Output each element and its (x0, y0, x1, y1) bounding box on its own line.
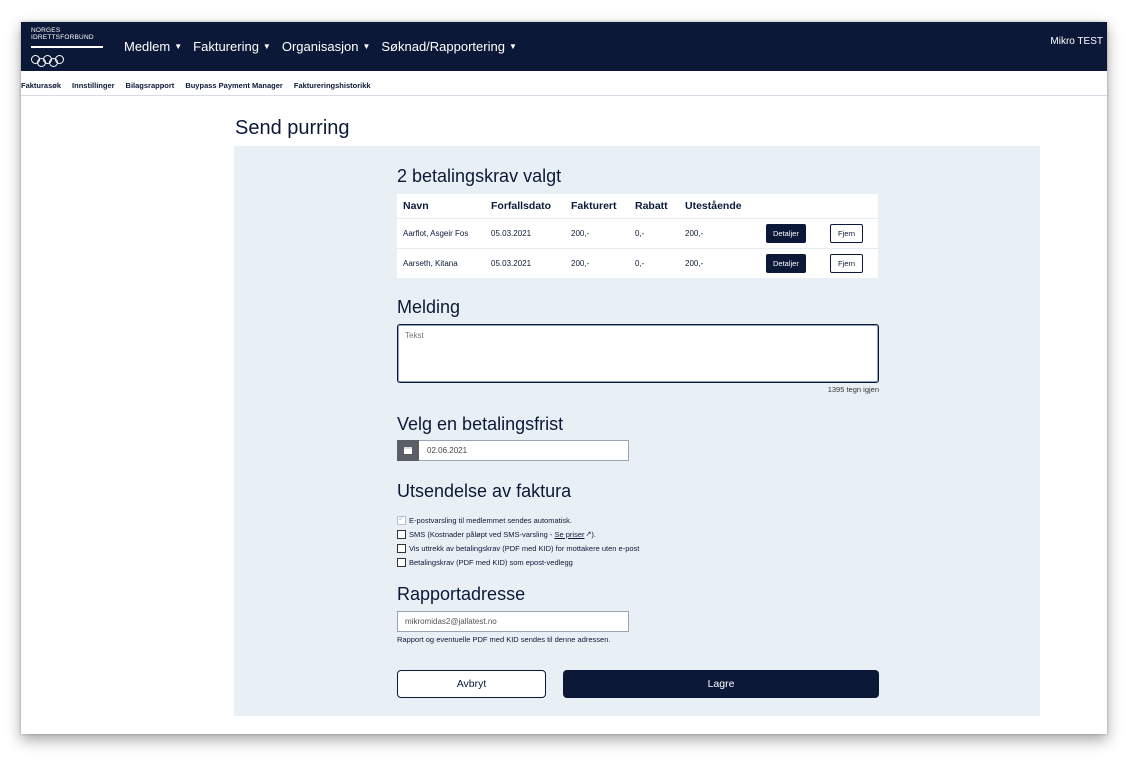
col-forfallsdato: Forfallsdato (491, 200, 552, 212)
option-show-pdf: Vis uttrekk av betalingskrav (PDF med KI… (397, 541, 639, 555)
cell-forfall: 05.03.2021 (491, 229, 532, 238)
cell-fakturert: 200,- (571, 229, 590, 238)
menu-organisasjon[interactable]: Organisasjon ▼ (282, 39, 371, 54)
subnav-fakturasok[interactable]: Fakturasøk (21, 81, 61, 90)
cell-navn: Aarflot, Asgeir Fos (403, 229, 469, 238)
cell-rabatt: 0,- (635, 229, 645, 238)
form-panel: 2 betalingskrav valgt Navn Forfallsdato … (234, 146, 1040, 716)
logo-bar (31, 46, 103, 48)
deadline-date-input[interactable] (419, 446, 619, 455)
remove-button[interactable]: Fjern (830, 224, 864, 243)
table-header: Navn Forfallsdato Fakturert Rabatt Utest… (397, 194, 878, 218)
see-prices-link[interactable]: Se priser (554, 530, 584, 539)
col-utestaende: Utestående (685, 200, 742, 212)
cell-rabatt: 0,- (635, 259, 645, 268)
message-title: Melding (397, 297, 461, 317)
cell-navn: Aarseth, Kitana (403, 259, 458, 268)
checkbox-show-pdf[interactable] (397, 543, 406, 553)
option-email-notify: E-postvarsling til medlemmet sendes auto… (397, 513, 639, 527)
char-counter: 1395 tegn igjen (827, 385, 879, 394)
calendar-icon[interactable] (397, 439, 419, 461)
divider (21, 95, 1107, 96)
chevron-down-icon: ▼ (362, 42, 371, 51)
dispatch-options: E-postvarsling til medlemmet sendes auto… (397, 513, 639, 569)
cell-forfall: 05.03.2021 (491, 259, 532, 268)
selected-title: 2 betalingskrav valgt (397, 166, 562, 186)
report-email-input[interactable] (397, 611, 629, 632)
chevron-down-icon: ▼ (174, 42, 183, 51)
checkbox-email[interactable] (397, 514, 406, 525)
dispatch-title: Utsendelse av faktura (397, 481, 572, 501)
details-button[interactable]: Detaljer (766, 254, 806, 273)
nif-logo[interactable]: NORGES IDRETTSFORBUND (31, 27, 105, 67)
deadline-title: Velg en betalingsfrist (397, 414, 564, 434)
subnav-buypass[interactable]: Buypass Payment Manager (185, 81, 283, 90)
cancel-button[interactable]: Avbryt (397, 670, 546, 698)
page-title: Send purring (235, 117, 350, 139)
col-rabatt: Rabatt (635, 200, 668, 212)
logo-line-2: IDRETTSFORBUND (31, 34, 94, 41)
olympic-rings-icon (31, 51, 64, 69)
col-navn: Navn (403, 200, 429, 212)
table-row: Aarseth, Kitana 05.03.2021 200,- 0,- 200… (397, 248, 878, 278)
app-window: NORGES IDRETTSFORBUND Medlem ▼ Fakturerin… (21, 22, 1107, 734)
subnav-innstillinger[interactable]: Innstillinger (72, 81, 115, 90)
details-button[interactable]: Detaljer (766, 224, 806, 243)
menu-medlem[interactable]: Medlem ▼ (124, 39, 182, 54)
claims-table: Navn Forfallsdato Fakturert Rabatt Utest… (397, 194, 878, 278)
chevron-down-icon: ▼ (262, 42, 271, 51)
subnav-fakturerings-historikk[interactable]: Faktureringshistorikk (294, 81, 371, 90)
main-menu: Medlem ▼ Fakturering ▼ Organisasjon ▼ Søkna… (124, 39, 517, 54)
top-navigation-bar: NORGES IDRETTSFORBUND Medlem ▼ Fakturerin… (21, 22, 1107, 71)
report-help-text: Rapport og eventuelle PDF med KID sendes… (397, 635, 611, 644)
option-pdf-attachment: Betalingskrav (PDF med KID) som epost-ve… (397, 555, 639, 569)
logo-line-1: NORGES (31, 27, 61, 34)
menu-soknad-rapportering[interactable]: Søknad/Rapportering ▼ (381, 39, 517, 54)
remove-button[interactable]: Fjern (830, 254, 864, 273)
cell-fakturert: 200,- (571, 259, 590, 268)
menu-fakturering[interactable]: Fakturering ▼ (193, 39, 271, 54)
chevron-down-icon: ▼ (508, 42, 517, 51)
subnav-bilagsrapport[interactable]: Bilagsrapport (126, 81, 175, 90)
save-button[interactable]: Lagre (563, 670, 879, 698)
checkbox-sms[interactable] (397, 529, 406, 539)
table-row: Aarflot, Asgeir Fos 05.03.2021 200,- 0,-… (397, 218, 878, 248)
col-fakturert: Fakturert (571, 200, 617, 212)
checkbox-pdf-attachment[interactable] (397, 557, 406, 567)
date-picker (397, 439, 629, 461)
cell-utestaende: 200,- (685, 229, 704, 238)
option-sms: SMS (Kostnader påløpt ved SMS-varsling -… (397, 527, 639, 541)
sub-navigation: Fakturasøk Innstillinger Bilagsrapport B… (21, 81, 371, 90)
report-title: Rapportadresse (397, 584, 526, 604)
cell-utestaende: 200,- (685, 259, 704, 268)
user-menu[interactable]: Mikro TEST (1050, 36, 1103, 47)
message-textarea[interactable] (397, 324, 879, 383)
